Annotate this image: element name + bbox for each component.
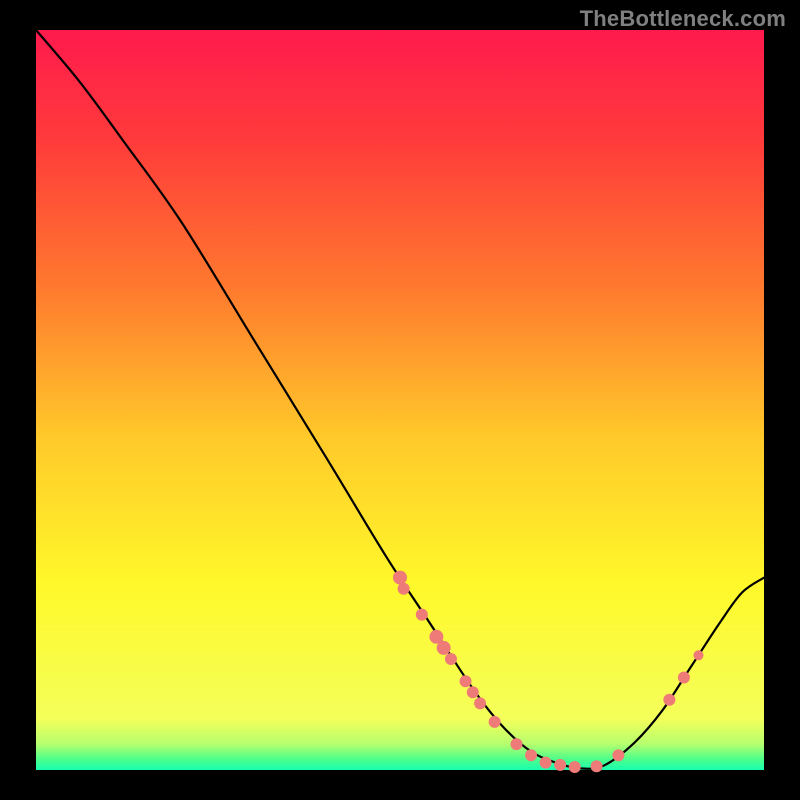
data-dot: [474, 697, 486, 709]
data-dot: [693, 650, 703, 660]
bottleneck-chart: [0, 0, 800, 800]
data-dot: [591, 760, 603, 772]
data-dot: [489, 716, 501, 728]
plot-background: [36, 30, 764, 770]
data-dot: [445, 653, 457, 665]
chart-frame: TheBottleneck.com: [0, 0, 800, 800]
data-dot: [398, 583, 410, 595]
data-dot: [393, 571, 407, 585]
data-dot: [416, 609, 428, 621]
data-dot: [663, 694, 675, 706]
data-dot: [460, 675, 472, 687]
data-dot: [569, 761, 581, 773]
data-dot: [540, 757, 552, 769]
data-dot: [525, 749, 537, 761]
data-dot: [678, 672, 690, 684]
data-dot: [612, 749, 624, 761]
data-dot: [437, 641, 451, 655]
watermark-label: TheBottleneck.com: [580, 6, 786, 32]
data-dot: [554, 759, 566, 771]
data-dot: [467, 686, 479, 698]
data-dot: [510, 738, 522, 750]
